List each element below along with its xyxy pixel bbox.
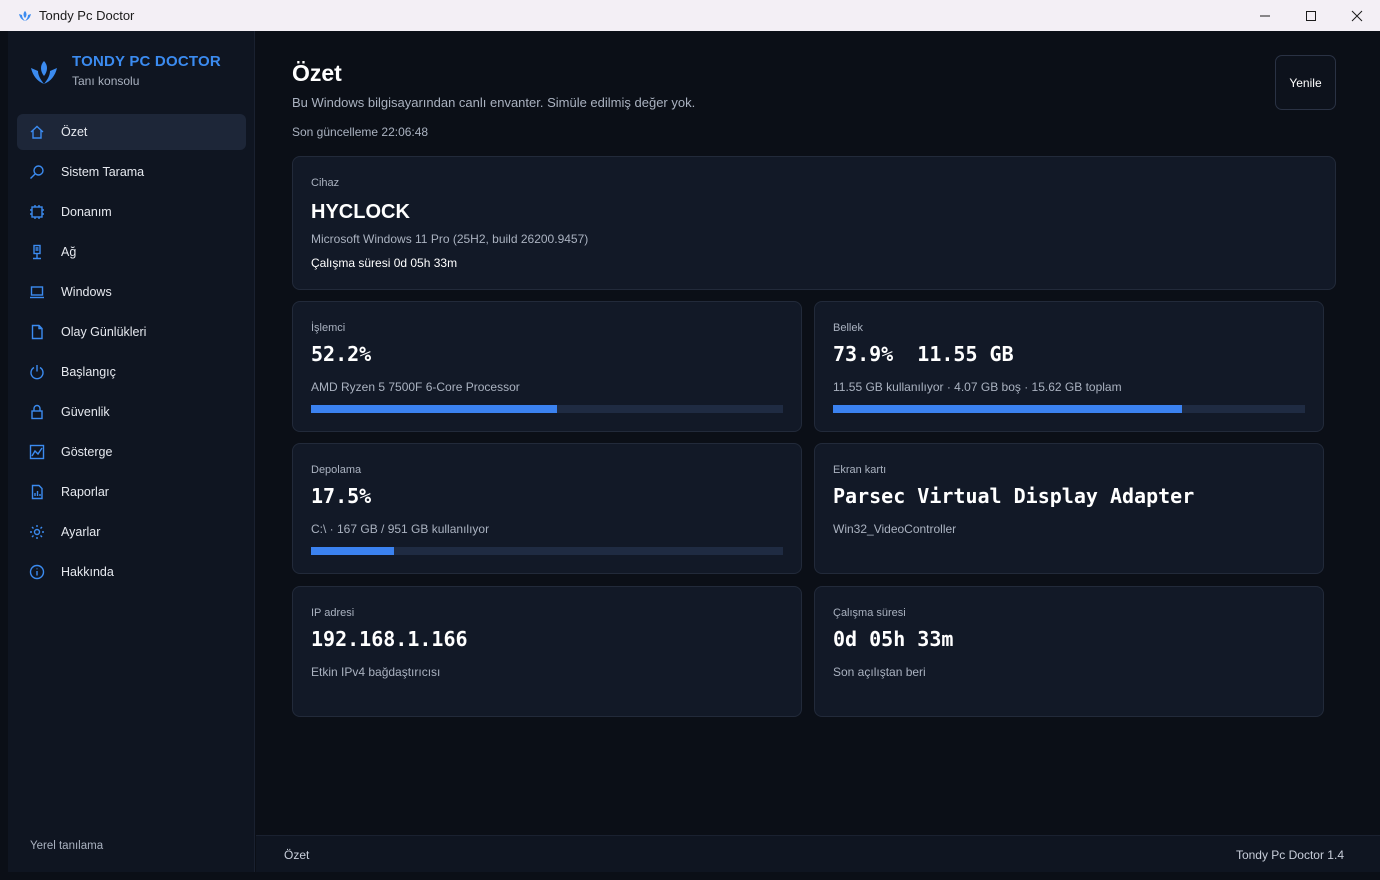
ip-detail: Etkin IPv4 bağdaştırıcısı <box>311 665 441 679</box>
sidebar-item-label: Sistem Tarama <box>61 165 145 179</box>
uptime-value: 0d 05h 33m <box>833 627 954 651</box>
card-label: Bellek <box>833 322 863 334</box>
sidebar-item-label: Ağ <box>61 245 77 259</box>
report-icon <box>29 484 45 500</box>
storage-usage-value: 17.5% <box>311 484 372 508</box>
card-label: Çalışma süresi <box>833 607 906 619</box>
sidebar-item-label: Olay Günlükleri <box>61 325 147 339</box>
status-version: Tondy Pc Doctor 1.4 <box>1235 848 1344 862</box>
memory-usage-value: 73.9% 11.55 GB <box>833 342 1014 366</box>
card-label: Ekran kartı <box>833 464 887 476</box>
chart-icon <box>29 444 45 460</box>
brand-subtitle: Tanı konsolu <box>72 74 140 88</box>
sidebar-item-label: Başlangıç <box>61 365 116 379</box>
card-label: Cihaz <box>311 177 340 189</box>
sidebar-item-label: Gösterge <box>61 445 113 459</box>
storage-progress-bar <box>311 547 783 555</box>
cpu-progress-bar <box>311 405 783 413</box>
storage-card: Depolama 17.5% C:\ · 167 GB / 951 GB kul… <box>292 443 802 574</box>
memory-progress-bar <box>833 405 1305 413</box>
last-updated: Son güncelleme 22:06:48 <box>292 125 429 139</box>
sidebar-footer: Yerel tanılama <box>30 840 104 852</box>
sidebar-item-label: Güvenlik <box>61 405 110 419</box>
device-os: Microsoft Windows 11 Pro (25H2, build 26… <box>311 232 589 246</box>
sidebar-item-sistem-tarama[interactable]: Sistem Tarama <box>17 154 246 190</box>
lock-icon <box>29 404 45 420</box>
maximize-button[interactable] <box>1288 0 1334 31</box>
card-label: İşlemci <box>311 322 346 334</box>
cpu-usage-value: 52.2% <box>311 342 372 366</box>
memory-card: Bellek 73.9% 11.55 GB 11.55 GB kullanılı… <box>814 301 1324 432</box>
gpu-card: Ekran kartı Parsec Virtual Display Adapt… <box>814 443 1324 574</box>
device-name: HYCLOCK <box>311 201 410 223</box>
main-content: Özet Bu Windows bilgisayarından canlı en… <box>256 31 1380 835</box>
brand: TONDY PC DOCTOR Tanı konsolu <box>28 53 221 89</box>
document-icon <box>29 324 45 340</box>
minimize-icon <box>1260 15 1270 16</box>
minimize-button[interactable] <box>1242 0 1288 31</box>
sidebar-item-donanim[interactable]: Donanım <box>17 194 246 230</box>
info-icon <box>29 564 45 580</box>
sidebar-item-olay-gunlukleri[interactable]: Olay Günlükleri <box>17 314 246 350</box>
gpu-source: Win32_VideoController <box>833 522 957 536</box>
network-icon <box>29 244 45 260</box>
sidebar-nav: Özet Sistem Tarama Donanım Ağ Windows Ol… <box>17 114 246 594</box>
refresh-button[interactable]: Yenile <box>1275 55 1336 110</box>
home-icon <box>29 124 45 140</box>
app-logo-icon <box>31 61 57 84</box>
card-label: IP adresi <box>311 607 355 619</box>
sidebar-item-label: Donanım <box>61 205 112 219</box>
ip-address-value: 192.168.1.166 <box>311 627 468 651</box>
sidebar: TONDY PC DOCTOR Tanı konsolu Özet Sistem… <box>8 31 255 872</box>
sidebar-item-windows[interactable]: Windows <box>17 274 246 310</box>
memory-detail: 11.55 GB kullanılıyor · 4.07 GB boş · 15… <box>833 380 1122 394</box>
ip-card: IP adresi 192.168.1.166 Etkin IPv4 bağda… <box>292 586 802 717</box>
card-label: Depolama <box>311 464 362 476</box>
window-bottom-edge <box>0 872 1380 880</box>
sidebar-item-ayarlar[interactable]: Ayarlar <box>17 514 246 550</box>
sidebar-item-label: Ayarlar <box>61 525 101 539</box>
gpu-name: Parsec Virtual Display Adapter <box>833 484 1195 508</box>
laptop-icon <box>29 284 45 300</box>
gear-icon <box>29 524 45 540</box>
device-uptime: Çalışma süresi 0d 05h 33m <box>311 256 458 270</box>
uptime-detail: Son açılıştan beri <box>833 665 926 679</box>
sidebar-item-label: Raporlar <box>61 485 109 499</box>
sidebar-item-ag[interactable]: Ağ <box>17 234 246 270</box>
app-logo-icon <box>19 10 31 21</box>
window-title: Tondy Pc Doctor <box>39 8 135 23</box>
sidebar-item-label: Hakkında <box>61 565 114 579</box>
status-bar: Özet Tondy Pc Doctor 1.4 <box>256 835 1380 872</box>
brand-name: TONDY PC DOCTOR <box>72 53 221 70</box>
sidebar-item-hakkinda[interactable]: Hakkında <box>17 554 246 590</box>
progress-fill <box>311 547 394 555</box>
page-description: Bu Windows bilgisayarından canlı envante… <box>292 95 696 110</box>
page-title: Özet <box>292 60 342 86</box>
sidebar-item-gosterge[interactable]: Gösterge <box>17 434 246 470</box>
chip-icon <box>29 204 45 220</box>
sidebar-item-ozet[interactable]: Özet <box>17 114 246 150</box>
storage-detail: C:\ · 167 GB / 951 GB kullanılıyor <box>311 522 490 536</box>
maximize-icon <box>1306 10 1316 21</box>
close-icon <box>1351 10 1363 21</box>
device-card: Cihaz HYCLOCK Microsoft Windows 11 Pro (… <box>292 156 1336 290</box>
search-icon <box>29 164 45 180</box>
title-bar: Tondy Pc Doctor <box>0 0 1380 31</box>
sidebar-item-label: Özet <box>61 125 88 139</box>
progress-fill <box>833 405 1182 413</box>
uptime-card: Çalışma süresi 0d 05h 33m Son açılıştan … <box>814 586 1324 717</box>
sidebar-item-guvenlik[interactable]: Güvenlik <box>17 394 246 430</box>
power-icon <box>29 364 45 380</box>
cpu-card: İşlemci 52.2% AMD Ryzen 5 7500F 6-Core P… <box>292 301 802 432</box>
sidebar-item-label: Windows <box>61 285 112 299</box>
progress-fill <box>311 405 558 413</box>
sidebar-item-baslangic[interactable]: Başlangıç <box>17 354 246 390</box>
close-button[interactable] <box>1334 0 1380 31</box>
status-current-page: Özet <box>284 848 310 862</box>
cpu-model: AMD Ryzen 5 7500F 6-Core Processor <box>311 380 520 394</box>
sidebar-item-raporlar[interactable]: Raporlar <box>17 474 246 510</box>
